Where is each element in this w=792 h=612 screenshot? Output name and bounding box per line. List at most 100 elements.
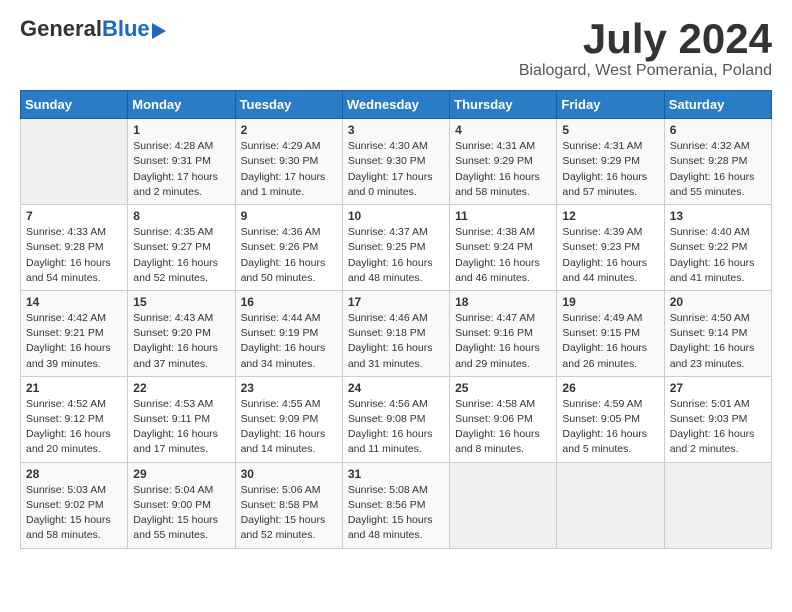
day-info: Sunrise: 4:38 AM Sunset: 9:24 PM Dayligh… bbox=[455, 225, 551, 286]
day-info: Sunrise: 4:43 AM Sunset: 9:20 PM Dayligh… bbox=[133, 311, 229, 372]
day-number: 17 bbox=[348, 295, 444, 309]
calendar-cell: 24Sunrise: 4:56 AM Sunset: 9:08 PM Dayli… bbox=[342, 376, 449, 462]
calendar-cell: 4 Sunrise: 4:31 AM Sunset: 9:29 PM Daylig… bbox=[450, 119, 557, 205]
calendar-cell: 31 Sunrise: 5:08 AM Sunset: 8:56 PM Dayli… bbox=[342, 462, 449, 548]
day-number: 9 bbox=[241, 209, 337, 223]
day-number: 15 bbox=[133, 295, 229, 309]
day-number: 4 bbox=[455, 123, 551, 137]
logo-blue: Blue bbox=[102, 16, 150, 42]
day-number: 26 bbox=[562, 381, 658, 395]
day-number: 16 bbox=[241, 295, 337, 309]
day-number: 19 bbox=[562, 295, 658, 309]
calendar-cell: 10Sunrise: 4:37 AM Sunset: 9:25 PM Dayli… bbox=[342, 205, 449, 291]
calendar-week-row: 7 Sunrise: 4:33 AM Sunset: 9:28 PM Daylig… bbox=[21, 205, 772, 291]
day-info: Sunrise: 4:31 AM Sunset: 9:29 PM Dayligh… bbox=[455, 139, 551, 200]
day-number: 3 bbox=[348, 123, 444, 137]
day-number: 11 bbox=[455, 209, 551, 223]
day-info: Sunrise: 4:29 AM Sunset: 9:30 PM Dayligh… bbox=[241, 139, 337, 200]
title-area: July 2024 Bialogard, West Pomerania, Pol… bbox=[519, 16, 772, 80]
day-number: 2 bbox=[241, 123, 337, 137]
day-info: Sunrise: 4:53 AM Sunset: 9:11 PM Dayligh… bbox=[133, 397, 229, 458]
calendar-cell: 21 Sunrise: 4:52 AM Sunset: 9:12 PM Dayli… bbox=[21, 376, 128, 462]
day-number: 28 bbox=[26, 467, 122, 481]
calendar-cell: 9 Sunrise: 4:36 AM Sunset: 9:26 PM Daylig… bbox=[235, 205, 342, 291]
day-number: 7 bbox=[26, 209, 122, 223]
day-number: 25 bbox=[455, 381, 551, 395]
day-info: Sunrise: 4:33 AM Sunset: 9:28 PM Dayligh… bbox=[26, 225, 122, 286]
day-info: Sunrise: 4:36 AM Sunset: 9:26 PM Dayligh… bbox=[241, 225, 337, 286]
calendar-cell: 22 Sunrise: 4:53 AM Sunset: 9:11 PM Dayli… bbox=[128, 376, 235, 462]
day-info: Sunrise: 4:40 AM Sunset: 9:22 PM Dayligh… bbox=[670, 225, 766, 286]
day-info: Sunrise: 4:50 AM Sunset: 9:14 PM Dayligh… bbox=[670, 311, 766, 372]
column-header-tuesday: Tuesday bbox=[235, 91, 342, 119]
calendar-cell: 17 Sunrise: 4:46 AM Sunset: 9:18 PM Dayli… bbox=[342, 290, 449, 376]
day-info: Sunrise: 4:52 AM Sunset: 9:12 PM Dayligh… bbox=[26, 397, 122, 458]
day-info: Sunrise: 4:32 AM Sunset: 9:28 PM Dayligh… bbox=[670, 139, 766, 200]
calendar-cell: 2 Sunrise: 4:29 AM Sunset: 9:30 PM Daylig… bbox=[235, 119, 342, 205]
calendar-week-row: 28Sunrise: 5:03 AM Sunset: 9:02 PM Dayli… bbox=[21, 462, 772, 548]
calendar-cell: 25 Sunrise: 4:58 AM Sunset: 9:06 PM Dayli… bbox=[450, 376, 557, 462]
day-number: 18 bbox=[455, 295, 551, 309]
day-number: 8 bbox=[133, 209, 229, 223]
calendar-cell: 13 Sunrise: 4:40 AM Sunset: 9:22 PM Dayli… bbox=[664, 205, 771, 291]
day-info: Sunrise: 4:49 AM Sunset: 9:15 PM Dayligh… bbox=[562, 311, 658, 372]
day-number: 22 bbox=[133, 381, 229, 395]
calendar-cell: 5 Sunrise: 4:31 AM Sunset: 9:29 PM Daylig… bbox=[557, 119, 664, 205]
logo-arrow-icon bbox=[152, 23, 166, 39]
calendar-cell: 20 Sunrise: 4:50 AM Sunset: 9:14 PM Dayli… bbox=[664, 290, 771, 376]
day-info: Sunrise: 4:39 AM Sunset: 9:23 PM Dayligh… bbox=[562, 225, 658, 286]
calendar-cell bbox=[557, 462, 664, 548]
calendar-cell: 18 Sunrise: 4:47 AM Sunset: 9:16 PM Dayli… bbox=[450, 290, 557, 376]
calendar-cell: 12 Sunrise: 4:39 AM Sunset: 9:23 PM Dayli… bbox=[557, 205, 664, 291]
calendar-cell: 14Sunrise: 4:42 AM Sunset: 9:21 PM Dayli… bbox=[21, 290, 128, 376]
day-number: 21 bbox=[26, 381, 122, 395]
column-header-thursday: Thursday bbox=[450, 91, 557, 119]
day-info: Sunrise: 4:56 AM Sunset: 9:08 PM Dayligh… bbox=[348, 397, 444, 458]
day-number: 20 bbox=[670, 295, 766, 309]
day-number: 30 bbox=[241, 467, 337, 481]
day-info: Sunrise: 4:28 AM Sunset: 9:31 PM Dayligh… bbox=[133, 139, 229, 200]
calendar-week-row: 1 Sunrise: 4:28 AM Sunset: 9:31 PM Daylig… bbox=[21, 119, 772, 205]
calendar-cell bbox=[21, 119, 128, 205]
day-number: 13 bbox=[670, 209, 766, 223]
calendar-cell: 28Sunrise: 5:03 AM Sunset: 9:02 PM Dayli… bbox=[21, 462, 128, 548]
day-number: 10 bbox=[348, 209, 444, 223]
day-info: Sunrise: 4:47 AM Sunset: 9:16 PM Dayligh… bbox=[455, 311, 551, 372]
calendar-cell: 3 Sunrise: 4:30 AM Sunset: 9:30 PM Daylig… bbox=[342, 119, 449, 205]
day-number: 31 bbox=[348, 467, 444, 481]
day-number: 23 bbox=[241, 381, 337, 395]
day-number: 1 bbox=[133, 123, 229, 137]
day-info: Sunrise: 4:31 AM Sunset: 9:29 PM Dayligh… bbox=[562, 139, 658, 200]
day-info: Sunrise: 5:08 AM Sunset: 8:56 PM Dayligh… bbox=[348, 483, 444, 544]
day-info: Sunrise: 4:35 AM Sunset: 9:27 PM Dayligh… bbox=[133, 225, 229, 286]
location-subtitle: Bialogard, West Pomerania, Poland bbox=[519, 62, 772, 80]
day-number: 6 bbox=[670, 123, 766, 137]
column-header-monday: Monday bbox=[128, 91, 235, 119]
calendar-week-row: 21 Sunrise: 4:52 AM Sunset: 9:12 PM Dayli… bbox=[21, 376, 772, 462]
column-header-saturday: Saturday bbox=[664, 91, 771, 119]
day-number: 29 bbox=[133, 467, 229, 481]
day-info: Sunrise: 5:04 AM Sunset: 9:00 PM Dayligh… bbox=[133, 483, 229, 544]
page-header: General Blue July 2024 Bialogard, West P… bbox=[20, 16, 772, 80]
day-info: Sunrise: 5:06 AM Sunset: 8:58 PM Dayligh… bbox=[241, 483, 337, 544]
day-info: Sunrise: 4:58 AM Sunset: 9:06 PM Dayligh… bbox=[455, 397, 551, 458]
calendar-cell: 11 Sunrise: 4:38 AM Sunset: 9:24 PM Dayli… bbox=[450, 205, 557, 291]
column-header-friday: Friday bbox=[557, 91, 664, 119]
calendar-cell: 23Sunrise: 4:55 AM Sunset: 9:09 PM Dayli… bbox=[235, 376, 342, 462]
calendar-cell: 16Sunrise: 4:44 AM Sunset: 9:19 PM Dayli… bbox=[235, 290, 342, 376]
day-info: Sunrise: 4:46 AM Sunset: 9:18 PM Dayligh… bbox=[348, 311, 444, 372]
calendar-cell: 19 Sunrise: 4:49 AM Sunset: 9:15 PM Dayli… bbox=[557, 290, 664, 376]
calendar-cell: 27Sunrise: 5:01 AM Sunset: 9:03 PM Dayli… bbox=[664, 376, 771, 462]
day-number: 5 bbox=[562, 123, 658, 137]
day-number: 27 bbox=[670, 381, 766, 395]
day-number: 12 bbox=[562, 209, 658, 223]
calendar-week-row: 14Sunrise: 4:42 AM Sunset: 9:21 PM Dayli… bbox=[21, 290, 772, 376]
day-info: Sunrise: 4:42 AM Sunset: 9:21 PM Dayligh… bbox=[26, 311, 122, 372]
calendar-cell: 7 Sunrise: 4:33 AM Sunset: 9:28 PM Daylig… bbox=[21, 205, 128, 291]
calendar-cell: 8 Sunrise: 4:35 AM Sunset: 9:27 PM Daylig… bbox=[128, 205, 235, 291]
calendar-table: SundayMondayTuesdayWednesdayThursdayFrid… bbox=[20, 90, 772, 548]
logo-general: General bbox=[20, 16, 102, 42]
calendar-header-row: SundayMondayTuesdayWednesdayThursdayFrid… bbox=[21, 91, 772, 119]
day-info: Sunrise: 4:30 AM Sunset: 9:30 PM Dayligh… bbox=[348, 139, 444, 200]
calendar-cell: 29 Sunrise: 5:04 AM Sunset: 9:00 PM Dayli… bbox=[128, 462, 235, 548]
